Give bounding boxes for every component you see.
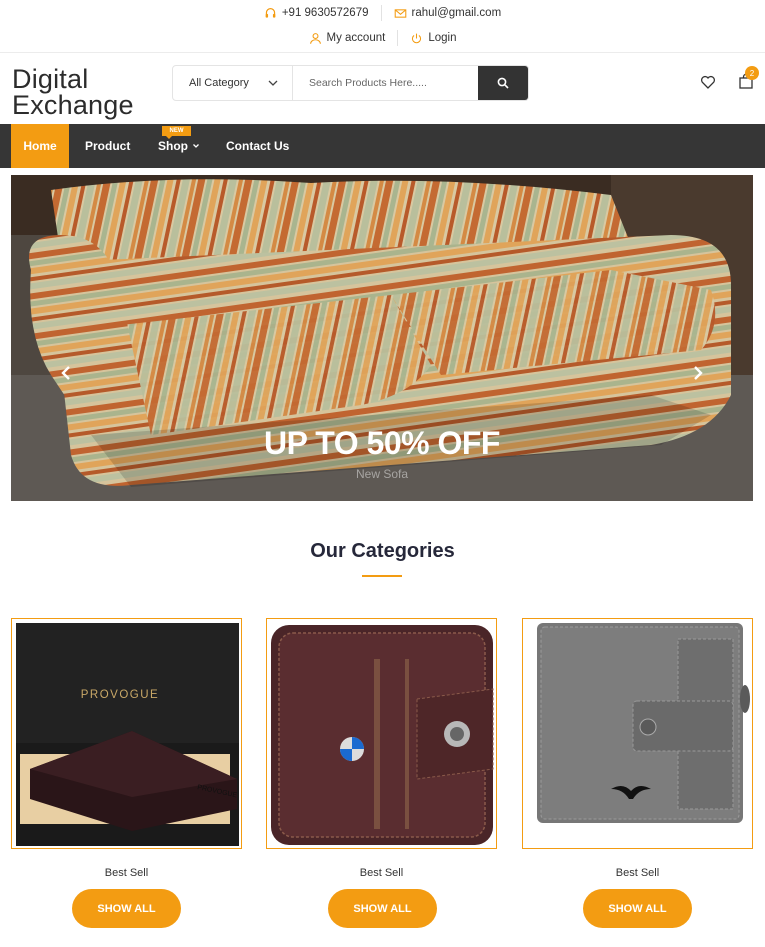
slider-next-arrow-icon[interactable] <box>689 365 705 381</box>
hero-subtitle: New Sofa <box>355 467 409 481</box>
chevron-down-icon <box>193 144 199 148</box>
phone-number: +91 9630572679 <box>281 7 369 19</box>
hero-slider: UP TO 50% OFF New Sofa <box>11 175 753 501</box>
search-bar: All Category <box>172 65 529 101</box>
show-all-button[interactable]: SHOW ALL <box>72 889 181 928</box>
my-account-link[interactable]: My account <box>309 32 386 45</box>
provogue-wallet-image: PROVOGUE PROVOGUE <box>12 619 241 848</box>
nav-contact-label: Contact Us <box>226 139 290 153</box>
email-contact[interactable]: rahul@gmail.com <box>394 7 502 20</box>
mail-icon <box>394 8 406 18</box>
card-label: Best Sell <box>359 867 404 879</box>
category-card[interactable] <box>266 618 497 849</box>
main-nav: Home Product Shop Contact Us <box>0 124 765 168</box>
grey-wallet-image <box>523 619 752 848</box>
slider-prev-arrow-icon[interactable] <box>59 365 75 381</box>
nav-contact[interactable]: Contact Us <box>226 124 289 168</box>
logo-line2: Exchange <box>12 90 134 120</box>
power-icon <box>412 33 422 43</box>
contact-line: +91 9630572679 rahul@gmail.com <box>0 5 765 21</box>
cart-count-badge: 2 <box>745 66 759 80</box>
site-logo[interactable]: Digital Exchange <box>12 64 134 120</box>
search-icon <box>497 77 509 89</box>
nav-product-label: Product <box>85 139 131 153</box>
card-label: Best Sell <box>104 867 149 879</box>
show-all-button[interactable]: SHOW ALL <box>328 889 437 928</box>
card-label: Best Sell <box>615 867 660 879</box>
nav-product[interactable]: Product <box>85 124 130 168</box>
category-card[interactable]: PROVOGUE PROVOGUE <box>11 618 242 849</box>
nav-home[interactable]: Home <box>11 124 69 168</box>
my-account-label: My account <box>326 32 386 44</box>
category-select[interactable]: All Category <box>173 66 293 100</box>
divider <box>397 30 399 46</box>
phone-contact[interactable]: +91 9630572679 <box>264 7 369 20</box>
nav-shop-label: Shop <box>158 139 188 153</box>
hero-title: UP TO 50% OFF <box>264 425 500 461</box>
search-input[interactable] <box>293 66 478 100</box>
chevron-down-icon <box>268 80 278 86</box>
login-label: Login <box>428 32 457 44</box>
new-badge: NEW <box>162 126 191 139</box>
category-select-value: All Category <box>189 77 249 89</box>
provogue-box-logo: PROVOGUE <box>81 689 159 701</box>
show-all-button[interactable]: SHOW ALL <box>583 889 692 928</box>
title-underline <box>362 575 402 577</box>
categories-title: Our Categories <box>310 540 455 562</box>
user-icon <box>309 32 321 44</box>
logo-line1: Digital <box>12 64 89 94</box>
login-link[interactable]: Login <box>410 32 456 45</box>
account-line: My account Login <box>0 30 765 46</box>
search-button[interactable] <box>478 66 528 100</box>
headset-icon <box>265 7 276 18</box>
wishlist-heart-icon[interactable] <box>700 74 716 90</box>
divider <box>380 5 382 21</box>
email-address: rahul@gmail.com <box>411 7 502 19</box>
category-card[interactable] <box>522 618 753 849</box>
brown-wallet-image <box>267 619 496 848</box>
nav-home-label: Home <box>23 139 57 153</box>
top-bar: +91 9630572679 rahul@gmail.com My accoun… <box>0 0 765 53</box>
